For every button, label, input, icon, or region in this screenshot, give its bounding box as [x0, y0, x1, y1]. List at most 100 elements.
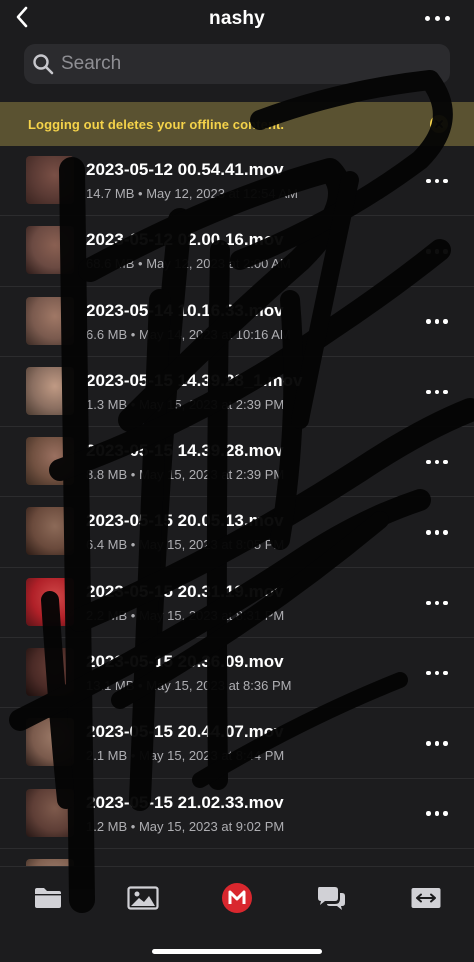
file-row[interactable]: 2023-05-15 14.39.28_1.mov 1.3 MB • May 15… [0, 357, 474, 428]
banner-text: Logging out deletes your offline content… [28, 116, 285, 132]
video-thumbnail [26, 437, 74, 486]
tab-transfers[interactable] [406, 881, 446, 915]
more-options-button[interactable] [418, 8, 456, 28]
file-meta: 1.3 MB • May 15, 2023 at 2:39 PM [86, 396, 285, 412]
file-meta: 2.2 MB • May 15, 2023 at 8:31 PM [86, 607, 285, 623]
more-dot [434, 530, 440, 535]
more-horizontal-icon [426, 249, 431, 254]
row-more-button[interactable] [422, 244, 452, 258]
row-more-button[interactable] [422, 736, 452, 750]
page-title: nashy [209, 8, 265, 29]
search-icon [32, 53, 54, 75]
file-name: 2023-05-15 20.05.13.mov [86, 511, 284, 531]
row-more-button[interactable] [422, 385, 452, 399]
more-dot [443, 319, 448, 324]
more-horizontal-icon [426, 670, 431, 676]
row-more-button[interactable] [422, 666, 452, 680]
video-thumbnail [26, 507, 74, 556]
tab-chat[interactable] [311, 881, 351, 915]
image-icon [127, 886, 159, 910]
more-dot [434, 811, 440, 816]
file-row[interactable]: 2023-05-15 20.36.09.mov 13.1 MB • May 15,… [0, 638, 474, 709]
file-meta: 68.6 MB • May 12, 2023 at 2:00 AM [86, 256, 291, 272]
file-row[interactable]: 2023-05-12 02.00.16.mov 68.6 MB • May 12,… [0, 216, 474, 287]
file-name: 2023-05-15 14.39.28.mov [86, 441, 284, 461]
file-row[interactable]: 2023-05-15 20.31.19.mov 2.2 MB • May 15, … [0, 568, 474, 639]
tab-photos[interactable] [123, 881, 163, 915]
file-row[interactable]: 2023-05-15 20.05.13.mov 6.4 MB • May 15, … [0, 497, 474, 568]
file-row[interactable]: 2023-05-15 14.39.28.mov 8.8 MB • May 15, … [0, 427, 474, 498]
row-more-button[interactable] [422, 315, 452, 329]
row-more-button[interactable] [422, 455, 452, 469]
more-horizontal-icon [426, 389, 431, 395]
file-meta: 13.1 MB • May 15, 2023 at 8:36 PM [86, 678, 292, 694]
file-name: 2023-05-15 20.31.19.mov [86, 581, 284, 601]
file-row[interactable]: 2023-05-12 00.54.41.mov 14.7 MB • May 12,… [0, 146, 474, 217]
more-dot [434, 670, 440, 676]
file-meta: 2.1 MB • May 15, 2023 at 8:44 PM [86, 748, 285, 764]
more-dot [434, 15, 440, 21]
more-dot [443, 600, 448, 606]
file-meta: 6.6 MB • May 14, 2023 at 10:16 AM [86, 326, 291, 342]
file-meta: 14.7 MB • May 12, 2023 at 12:54 AM [86, 186, 298, 201]
more-dot [434, 249, 440, 254]
row-more-button[interactable] [422, 807, 452, 821]
tab-files[interactable] [28, 881, 68, 915]
more-horizontal-icon [424, 15, 430, 21]
search-bar[interactable] [24, 44, 450, 84]
file-meta: 8.8 MB • May 15, 2023 at 2:39 PM [86, 467, 285, 483]
mega-logo-icon [222, 883, 252, 913]
more-dot [434, 600, 440, 606]
file-name: 2023-05-15 20.36.09.mov [86, 652, 284, 672]
more-dot [443, 178, 448, 184]
file-name: 2023-05-15 14.39.28_1.mov [86, 370, 303, 390]
file-name: 2023-05-14 10.16.33.mov [86, 300, 284, 320]
header: nashy [0, 0, 474, 38]
chat-bubbles-icon [318, 887, 345, 910]
more-dot [434, 741, 440, 746]
file-name: 2023-05-15 20.44.07.mov [86, 722, 284, 742]
tab-bar [0, 866, 474, 962]
file-name: 2023-05-12 02.00.16.mov [86, 230, 284, 250]
more-dot [443, 389, 448, 395]
more-horizontal-icon [426, 319, 431, 324]
more-dot [434, 389, 440, 395]
row-more-button[interactable] [422, 596, 452, 610]
file-meta: 1.2 MB • May 15, 2023 at 9:02 PM [86, 818, 285, 834]
row-more-button[interactable] [422, 525, 452, 539]
video-thumbnail [26, 648, 74, 697]
file-name: 2023-05-15 21.02.33.mov [86, 792, 284, 812]
row-more-button[interactable] [422, 174, 452, 188]
more-horizontal-icon [426, 741, 431, 746]
more-horizontal-icon [426, 178, 431, 184]
more-dot [434, 178, 440, 184]
folder-icon [35, 888, 61, 908]
tab-mega[interactable] [217, 881, 257, 915]
video-thumbnail [26, 366, 74, 415]
more-dot [434, 459, 440, 465]
more-dot [434, 319, 440, 324]
more-horizontal-icon [426, 530, 431, 535]
more-horizontal-icon [426, 811, 431, 816]
file-name: 2023-05-12 00.54.41.mov [86, 160, 284, 179]
more-dot [444, 15, 450, 21]
video-thumbnail [26, 718, 74, 767]
video-thumbnail [26, 577, 74, 626]
file-meta: 6.4 MB • May 15, 2023 at 8:05 PM [86, 537, 285, 553]
more-dot [443, 741, 448, 746]
file-row[interactable]: 2023-05-15 21.02.33.mov 1.2 MB • May 15, … [0, 779, 474, 849]
video-thumbnail [26, 788, 74, 837]
more-dot [443, 249, 448, 254]
file-row[interactable]: 2023-05-14 10.16.33.mov 6.6 MB • May 14, … [0, 287, 474, 357]
file-list: 2023-05-12 00.54.41.mov 14.7 MB • May 12,… [0, 146, 474, 866]
more-horizontal-icon [426, 459, 431, 465]
search-input[interactable] [61, 53, 421, 75]
video-thumbnail [26, 156, 74, 204]
file-row[interactable]: 2023-05-15 20.44.07.mov 2.1 MB • May 15, … [0, 708, 474, 779]
offline-warning-banner: Logging out deletes your offline content… [0, 102, 474, 146]
close-circle-icon[interactable] [430, 115, 448, 133]
more-dot [443, 459, 448, 465]
home-indicator [152, 949, 322, 954]
more-dot [443, 811, 448, 816]
file-row[interactable]: 2023-05-16 07.09.09.mov [0, 849, 474, 866]
